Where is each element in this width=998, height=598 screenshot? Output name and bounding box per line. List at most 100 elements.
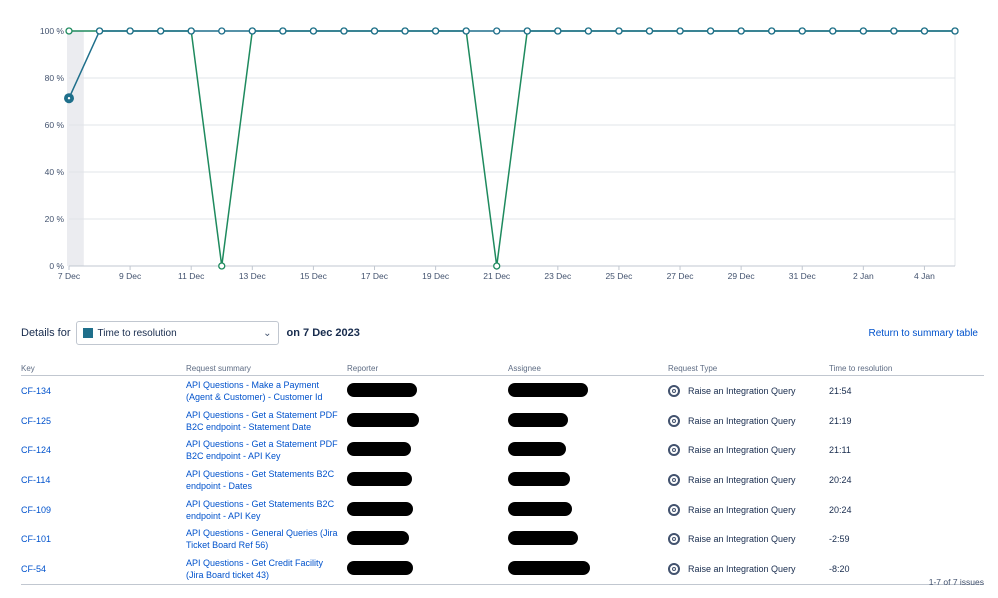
x-tick-label: 4 Jan bbox=[914, 271, 935, 281]
data-point bbox=[431, 27, 440, 35]
issue-key-link[interactable]: CF-125 bbox=[21, 416, 51, 426]
data-point bbox=[615, 27, 623, 35]
details-date: on 7 Dec 2023 bbox=[286, 327, 360, 339]
issues-table: Key Request summary Reporter Assignee Re… bbox=[21, 361, 984, 584]
metric-select-value: Time to resolution bbox=[97, 327, 177, 339]
issue-key-link[interactable]: CF-114 bbox=[21, 475, 50, 485]
series-line bbox=[69, 30, 955, 267]
data-point bbox=[523, 27, 531, 35]
request-type-label: Raise an Integration Query bbox=[688, 415, 796, 426]
issue-key-link[interactable]: CF-101 bbox=[21, 534, 51, 544]
column-header-summary[interactable]: Request summary bbox=[186, 361, 347, 376]
data-point bbox=[859, 27, 867, 35]
reporter-redacted bbox=[347, 442, 411, 457]
issue-summary-link[interactable]: API Questions - General Queries (Jira Ti… bbox=[186, 527, 338, 551]
metric-select[interactable]: Time to resolution ⌄ bbox=[75, 321, 279, 345]
data-point bbox=[554, 27, 562, 35]
issue-key-link[interactable]: CF-134 bbox=[21, 386, 51, 396]
request-type-label: Raise an Integration Query bbox=[688, 534, 796, 545]
issue-key-link[interactable]: CF-109 bbox=[21, 505, 51, 515]
table-row[interactable]: CF-101 API Questions - General Queries (J… bbox=[21, 524, 984, 554]
x-tick-label: 25 Dec bbox=[605, 271, 633, 281]
table-header-row: Key Request summary Reporter Assignee Re… bbox=[21, 361, 984, 376]
issue-summary-link[interactable]: API Questions - Get Credit Facility (Jir… bbox=[186, 557, 338, 581]
reporter-redacted bbox=[347, 531, 409, 546]
data-point bbox=[890, 27, 898, 35]
request-type-cell: Raise an Integration Query bbox=[668, 503, 829, 516]
assignee-redacted bbox=[508, 382, 588, 397]
data-point bbox=[706, 27, 715, 35]
reporter-redacted bbox=[347, 471, 412, 486]
y-tick-label: 0 % bbox=[49, 261, 64, 271]
data-point bbox=[187, 27, 195, 35]
assignee-redacted bbox=[508, 560, 590, 575]
data-point bbox=[951, 27, 959, 35]
table-row[interactable]: CF-124 API Questions - Get a Statement PD… bbox=[21, 435, 984, 465]
table-row[interactable]: CF-114 API Questions - Get Statements B2C… bbox=[21, 465, 984, 495]
data-point bbox=[493, 262, 501, 270]
chart-svg: 0 % 20 % 40 % 60 % 80 % 100 % 7 Dec 9 Dec 11 Dec… bbox=[40, 26, 959, 281]
time-to-resolution-value: 21:54 bbox=[829, 385, 852, 396]
reporter-redacted bbox=[347, 412, 419, 427]
y-tick-label: 20 % bbox=[45, 214, 65, 224]
table-bottom-divider bbox=[21, 584, 984, 585]
x-tick-label: 23 Dec bbox=[544, 271, 572, 281]
highlight-column bbox=[67, 31, 84, 266]
x-tick-label: 17 Dec bbox=[361, 271, 389, 281]
column-header-assignee[interactable]: Assignee bbox=[508, 361, 668, 376]
request-type-label: Raise an Integration Query bbox=[688, 563, 796, 574]
data-point bbox=[920, 27, 929, 35]
data-point bbox=[218, 27, 226, 35]
lifebuoy-icon bbox=[668, 533, 680, 546]
data-point bbox=[584, 27, 593, 35]
column-header-key[interactable]: Key bbox=[21, 361, 186, 376]
table-row[interactable]: CF-125 API Questions - Get a Statement PD… bbox=[21, 406, 984, 436]
request-type-cell: Raise an Integration Query bbox=[668, 473, 829, 486]
data-point bbox=[737, 27, 745, 35]
request-type-cell: Raise an Integration Query bbox=[668, 384, 829, 397]
column-header-request-type[interactable]: Request Type bbox=[668, 361, 829, 376]
request-type-label: Raise an Integration Query bbox=[688, 385, 796, 396]
data-point bbox=[157, 27, 165, 35]
request-type-label: Raise an Integration Query bbox=[688, 504, 796, 515]
x-tick-label: 9 Dec bbox=[119, 271, 142, 281]
request-type-label: Raise an Integration Query bbox=[688, 474, 796, 485]
x-tick-label: 29 Dec bbox=[728, 271, 756, 281]
x-tick-label: 19 Dec bbox=[422, 271, 450, 281]
details-for-label: Details for bbox=[21, 327, 71, 339]
column-header-time-to-resolution[interactable]: Time to resolution bbox=[829, 361, 984, 376]
x-tick-label: 7 Dec bbox=[58, 271, 81, 281]
data-point bbox=[676, 27, 684, 35]
issue-key-link[interactable]: CF-54 bbox=[21, 564, 46, 574]
issue-key-link[interactable]: CF-124 bbox=[21, 445, 51, 455]
return-to-summary-link[interactable]: Return to summary table bbox=[869, 328, 979, 339]
table-row[interactable]: CF-134 API Questions - Make a Payment (Ag… bbox=[21, 376, 984, 406]
x-tick-label: 31 Dec bbox=[789, 271, 817, 281]
y-tick-label: 80 % bbox=[45, 73, 65, 83]
issue-summary-link[interactable]: API Questions - Make a Payment (Agent & … bbox=[186, 379, 338, 403]
time-to-resolution-value: -2:59 bbox=[829, 534, 850, 545]
time-to-resolution-value: -8:20 bbox=[829, 563, 850, 574]
data-point bbox=[340, 27, 348, 35]
data-point bbox=[309, 27, 318, 35]
issue-summary-link[interactable]: API Questions - Get a Statement PDF B2C … bbox=[186, 409, 338, 433]
metric-color-swatch bbox=[82, 328, 93, 338]
column-header-reporter[interactable]: Reporter bbox=[347, 361, 508, 376]
data-point bbox=[126, 27, 134, 35]
issue-summary-link[interactable]: API Questions - Get Statements B2C endpo… bbox=[186, 498, 338, 522]
x-tick-label: 21 Dec bbox=[483, 271, 511, 281]
reporter-redacted bbox=[347, 560, 413, 575]
sla-line-chart: 0 % 20 % 40 % 60 % 80 % 100 % 7 Dec 9 Dec 11 Dec… bbox=[0, 0, 998, 290]
table-row[interactable]: CF-109 API Questions - Get Statements B2C… bbox=[21, 495, 984, 525]
issue-summary-link[interactable]: API Questions - Get Statements B2C endpo… bbox=[186, 468, 338, 492]
time-to-resolution-value: 20:24 bbox=[829, 504, 852, 515]
data-point bbox=[401, 27, 409, 35]
issue-summary-link[interactable]: API Questions - Get a Statement PDF B2C … bbox=[186, 438, 338, 462]
lifebuoy-icon bbox=[668, 444, 680, 457]
x-tick-label: 13 Dec bbox=[239, 271, 267, 281]
y-tick-label: 100 % bbox=[40, 26, 65, 36]
data-point bbox=[829, 27, 837, 35]
assignee-redacted bbox=[508, 442, 566, 457]
request-type-label: Raise an Integration Query bbox=[688, 445, 796, 456]
table-row[interactable]: CF-54 API Questions - Get Credit Facility… bbox=[21, 554, 984, 584]
